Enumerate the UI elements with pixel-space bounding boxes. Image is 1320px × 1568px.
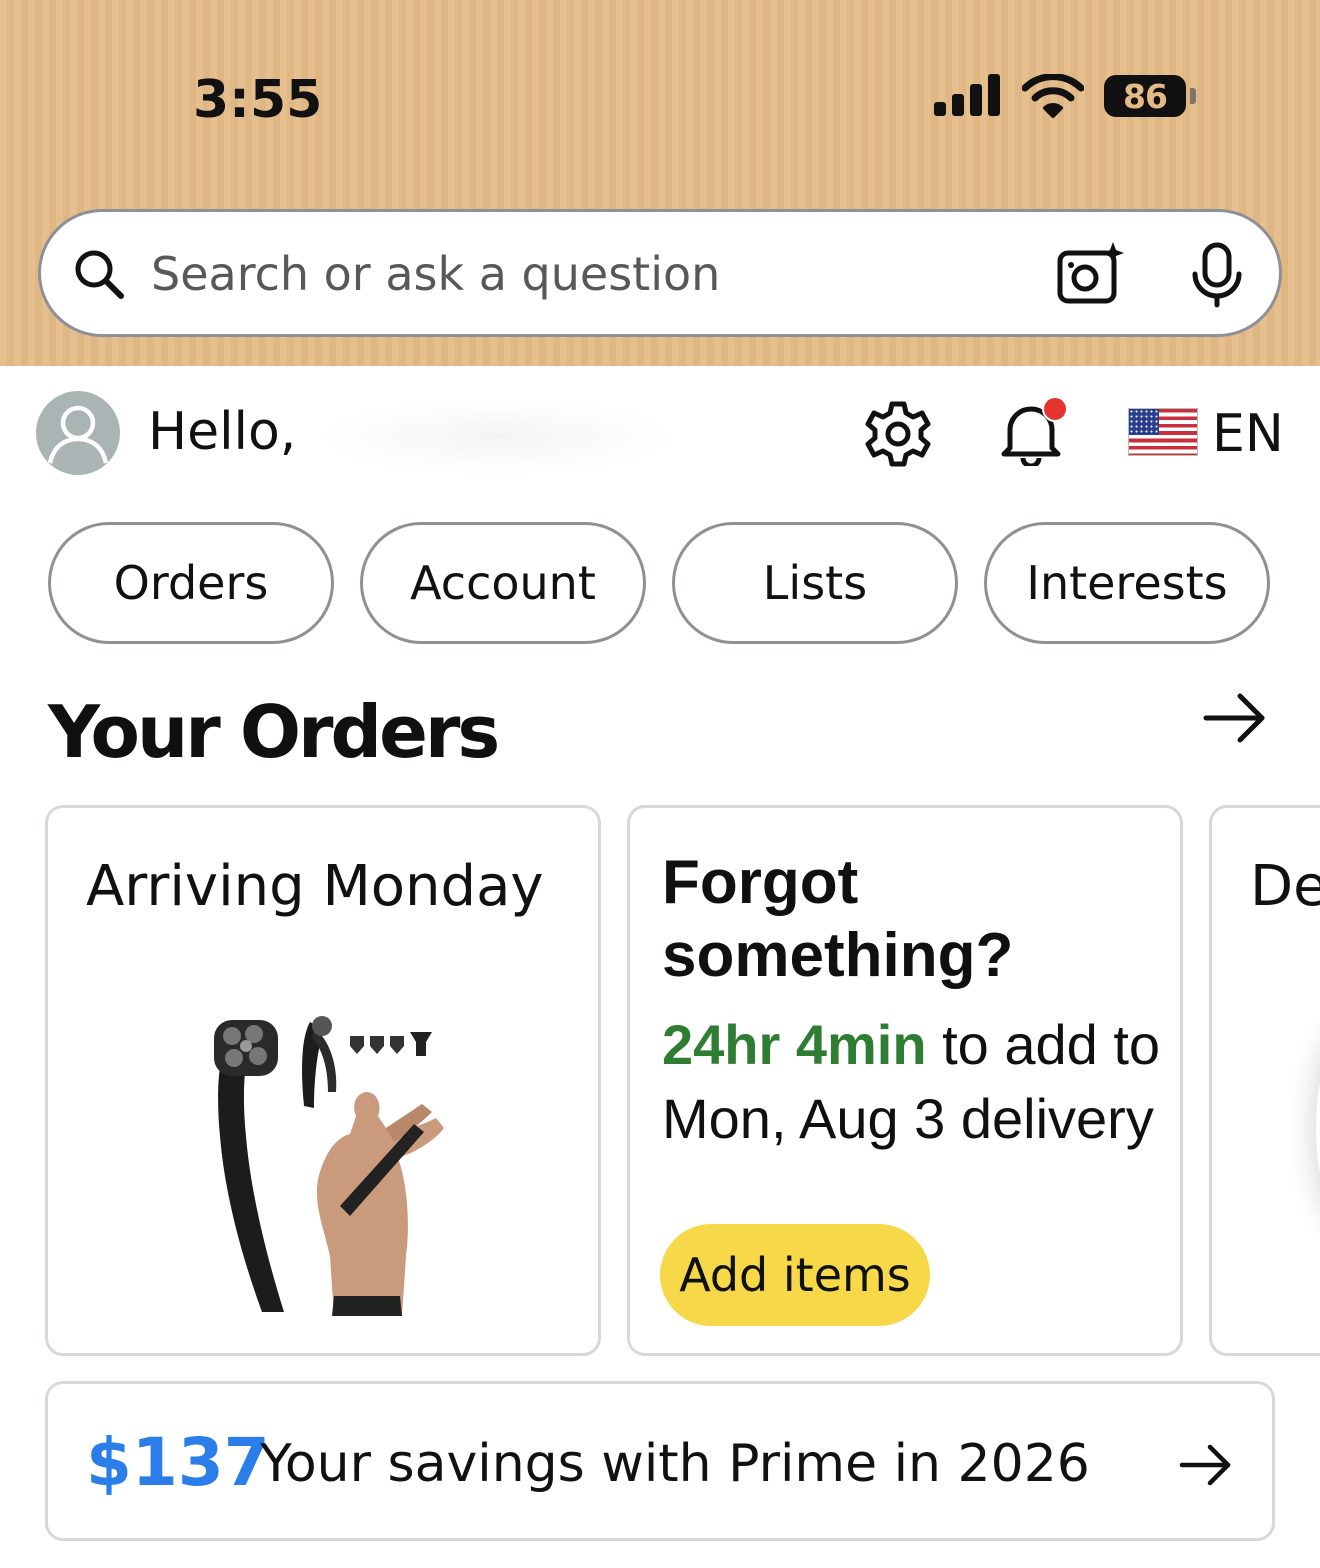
account-pill[interactable]: Account — [360, 522, 646, 644]
wifi-icon — [1022, 74, 1084, 118]
search-bar[interactable] — [38, 209, 1282, 337]
partial-card-shadow — [1316, 1018, 1320, 1238]
delivery-status: Arriving Monday — [86, 854, 544, 919]
interests-pill[interactable]: Interests — [984, 522, 1270, 644]
redacted-username — [318, 398, 678, 476]
order-card-forgot-something: Forgot something? 24hr 4min to add to Mo… — [627, 805, 1183, 1356]
savings-amount: $137 — [86, 1424, 270, 1501]
cellular-signal-icon — [934, 72, 1004, 116]
partial-card-text: De — [1250, 854, 1320, 919]
order-card-partial[interactable]: De — [1209, 805, 1320, 1356]
orders-pill[interactable]: Orders — [48, 522, 334, 644]
back-shaver-product-image[interactable] — [210, 1016, 450, 1316]
notification-badge — [1042, 396, 1068, 422]
battery-icon: 86 — [1104, 75, 1186, 117]
gear-icon[interactable] — [862, 398, 934, 470]
search-input[interactable] — [151, 242, 1001, 306]
forgot-body: 24hr 4min to add to Mon, Aug 3 delivery — [662, 1008, 1172, 1156]
avatar-icon[interactable] — [36, 391, 120, 475]
arrow-right-icon — [1179, 1444, 1231, 1486]
lists-pill[interactable]: Lists — [672, 522, 958, 644]
camera-lens-icon[interactable] — [1055, 240, 1127, 306]
search-icon — [75, 250, 124, 299]
delivery-timer: 24hr 4min — [662, 1013, 927, 1076]
status-time: 3:55 — [193, 70, 323, 130]
order-card-arriving[interactable]: Arriving Monday — [45, 805, 601, 1356]
arrow-right-icon[interactable] — [1202, 690, 1268, 746]
your-orders-title[interactable]: Your Orders — [48, 690, 500, 774]
greeting-text: Hello, — [148, 402, 297, 462]
prime-savings-banner[interactable]: $137 Your savings with Prime in 2026 — [45, 1381, 1275, 1541]
forgot-title: Forgot something? — [662, 848, 1014, 990]
battery-tip — [1190, 88, 1196, 104]
microphone-icon[interactable] — [1189, 242, 1245, 308]
us-flag-icon[interactable] — [1128, 408, 1198, 456]
savings-text: Your savings with Prime in 2026 — [260, 1434, 1090, 1494]
add-items-button[interactable]: Add items — [660, 1224, 930, 1326]
status-icons: 86 — [934, 72, 1204, 122]
language-selector[interactable]: EN — [1212, 404, 1284, 464]
app-header: 3:55 86 — [0, 0, 1320, 366]
